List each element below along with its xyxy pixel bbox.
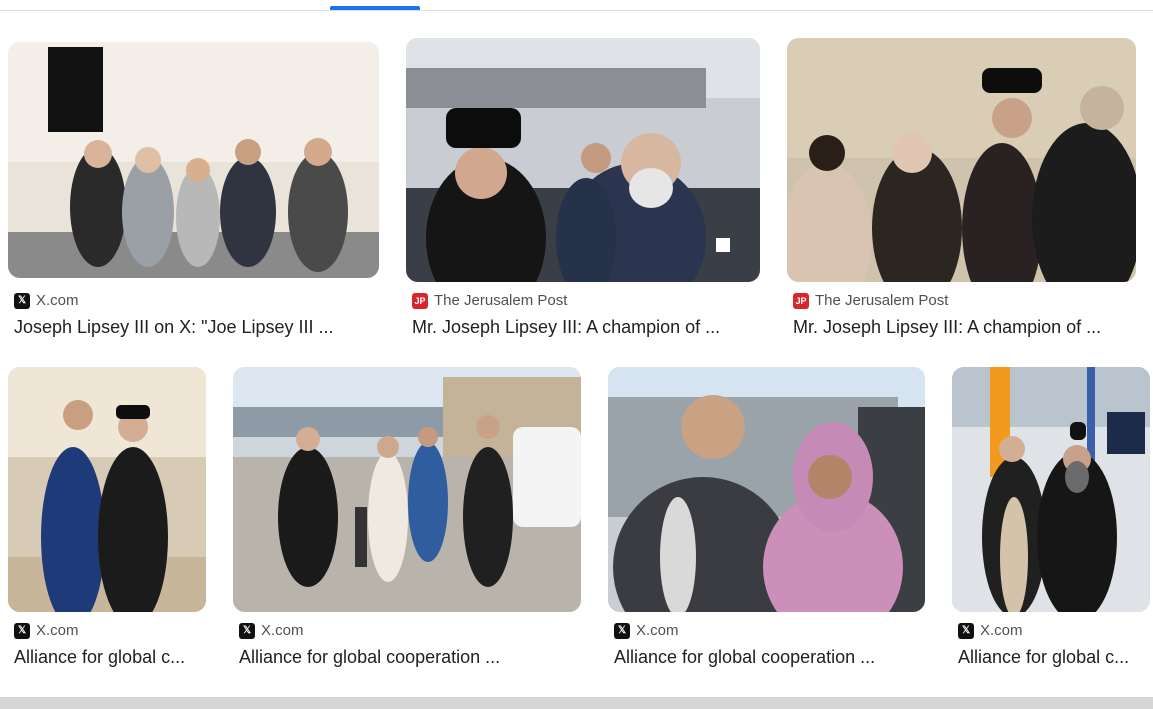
source-name: The Jerusalem Post <box>434 292 568 309</box>
top-divider <box>0 10 1153 11</box>
result-thumbnail[interactable] <box>787 38 1136 282</box>
source-name: X.com <box>36 292 79 309</box>
x-logo-icon: 𝕏 <box>958 622 974 639</box>
source-name: X.com <box>36 622 79 639</box>
result-source[interactable]: 𝕏 X.com <box>14 292 79 309</box>
image-result-7[interactable]: 𝕏 X.com Alliance for global c... <box>952 367 1150 672</box>
image-result-3[interactable]: JP The Jerusalem Post Mr. Joseph Lipsey … <box>787 38 1136 342</box>
result-thumbnail[interactable] <box>233 367 581 612</box>
result-source[interactable]: 𝕏 X.com <box>14 622 79 639</box>
x-logo-icon: 𝕏 <box>614 622 630 639</box>
source-name: The Jerusalem Post <box>815 292 949 309</box>
source-name: X.com <box>980 622 1023 639</box>
result-title[interactable]: Mr. Joseph Lipsey III: A champion of ... <box>793 317 1138 338</box>
result-title[interactable]: Alliance for global c... <box>14 647 206 668</box>
result-thumbnail[interactable] <box>406 38 760 282</box>
result-source[interactable]: 𝕏 X.com <box>614 622 679 639</box>
x-logo-icon: 𝕏 <box>14 292 30 309</box>
result-source[interactable]: 𝕏 X.com <box>239 622 304 639</box>
result-thumbnail[interactable] <box>8 367 206 612</box>
source-name: X.com <box>636 622 679 639</box>
result-title[interactable]: Mr. Joseph Lipsey III: A champion of ... <box>412 317 762 338</box>
active-tab-indicator <box>330 6 420 10</box>
result-source[interactable]: JP The Jerusalem Post <box>412 292 567 309</box>
image-result-4[interactable]: 𝕏 X.com Alliance for global c... <box>8 367 206 672</box>
result-title[interactable]: Alliance for global cooperation ... <box>239 647 581 668</box>
image-result-2[interactable]: JP The Jerusalem Post Mr. Joseph Lipsey … <box>406 38 760 342</box>
x-logo-icon: 𝕏 <box>239 622 255 639</box>
result-thumbnail[interactable] <box>8 42 379 278</box>
result-title[interactable]: Joseph Lipsey III on X: "Joe Lipsey III … <box>14 317 379 338</box>
jp-logo-icon: JP <box>412 292 428 309</box>
result-title[interactable]: Alliance for global c... <box>958 647 1150 668</box>
result-thumbnail[interactable] <box>952 367 1150 612</box>
image-result-6[interactable]: 𝕏 X.com Alliance for global cooperation … <box>608 367 925 672</box>
result-title[interactable]: Alliance for global cooperation ... <box>614 647 925 668</box>
jp-logo-icon: JP <box>793 292 809 309</box>
image-result-5[interactable]: 𝕏 X.com Alliance for global cooperation … <box>233 367 581 672</box>
source-name: X.com <box>261 622 304 639</box>
result-thumbnail[interactable] <box>608 367 925 612</box>
result-source[interactable]: 𝕏 X.com <box>958 622 1023 639</box>
result-source[interactable]: JP The Jerusalem Post <box>793 292 948 309</box>
image-result-1[interactable]: 𝕏 X.com Joseph Lipsey III on X: "Joe Lip… <box>8 42 379 342</box>
horizontal-scrollbar[interactable] <box>0 697 1153 709</box>
x-logo-icon: 𝕏 <box>14 622 30 639</box>
